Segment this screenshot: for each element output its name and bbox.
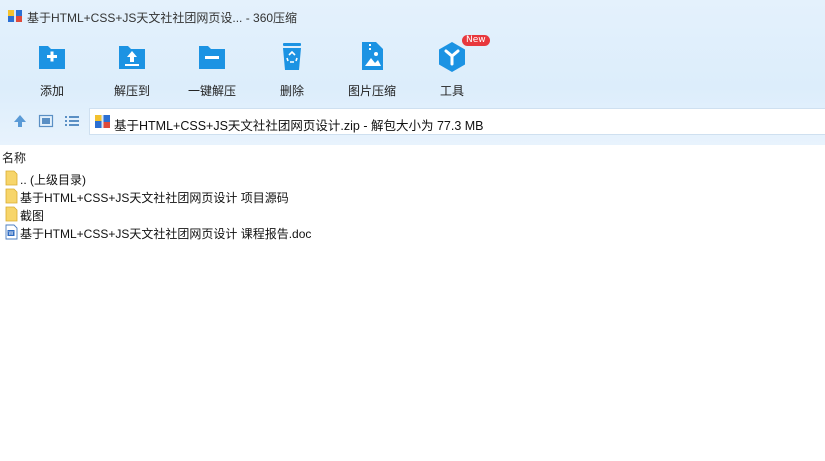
add-icon (37, 40, 67, 72)
one-click-extract-label: 一键解压 (187, 84, 236, 98)
folder-icon (5, 170, 19, 186)
folder-icon (5, 188, 19, 204)
thumbnail-view-icon[interactable] (38, 113, 54, 129)
list-view-icon[interactable] (64, 113, 80, 129)
list-item[interactable]: W 基于HTML+CSS+JS天文社社团网页设计 课程报告.doc (0, 223, 825, 241)
new-badge: New (462, 35, 490, 46)
delete-button[interactable]: 删除 (257, 38, 327, 98)
folder-icon (5, 206, 19, 222)
delete-label: 删除 (279, 84, 304, 98)
svg-text:W: W (9, 231, 14, 237)
list-item[interactable]: 基于HTML+CSS+JS天文社社团网页设计 项目源码 (0, 187, 825, 205)
one-click-extract-icon (197, 40, 227, 72)
add-label: 添加 (39, 84, 64, 98)
list-item[interactable]: .. (上级目录) (0, 169, 825, 187)
tools-hexagon-icon (437, 40, 467, 72)
file-name: 截图 (20, 209, 45, 223)
zip-archive-icon (95, 114, 110, 129)
image-compress-button[interactable]: 图片压缩 (337, 38, 407, 98)
file-name: 基于HTML+CSS+JS天文社社团网页设计 项目源码 (20, 191, 289, 205)
list-item[interactable]: 截图 (0, 205, 825, 223)
file-list: .. (上级目录) 基于HTML+CSS+JS天文社社团网页设计 项目源码 截图… (0, 169, 825, 241)
list-header: 名称 (0, 145, 825, 167)
image-compress-icon (357, 40, 387, 72)
title-bar: 基于HTML+CSS+JS天文社社团网页设... - 360压缩 (0, 0, 825, 34)
one-click-extract-button[interactable]: 一键解压 (177, 38, 247, 98)
image-compress-label: 图片压缩 (347, 84, 396, 98)
tools-label: 工具 (439, 84, 464, 98)
extract-folder-icon (117, 40, 147, 72)
word-doc-icon: W (5, 224, 19, 240)
archive-path-text: 基于HTML+CSS+JS天文社社团网页设计.zip - 解包大小为 77.3 … (114, 119, 484, 133)
extract-to-label: 解压到 (113, 84, 150, 98)
tools-button[interactable]: New 工具 (417, 35, 490, 98)
recycle-bin-icon (277, 40, 307, 72)
file-name: .. (上级目录) (20, 173, 86, 187)
up-arrow-icon[interactable] (12, 113, 28, 129)
file-name: 基于HTML+CSS+JS天文社社团网页设计 课程报告.doc (20, 227, 312, 241)
window-title: 基于HTML+CSS+JS天文社社团网页设... - 360压缩 (27, 11, 298, 25)
add-button[interactable]: 添加 (17, 38, 87, 98)
column-name-header[interactable]: 名称 (2, 149, 26, 166)
extract-to-button[interactable]: 解压到 (97, 38, 167, 98)
toolbar: 添加 解压到 一键解压 删除 图片压缩 New 工具 (0, 34, 825, 100)
app-archive-icon (8, 9, 22, 23)
path-bar[interactable]: 基于HTML+CSS+JS天文社社团网页设计.zip - 解包大小为 77.3 … (89, 108, 825, 135)
